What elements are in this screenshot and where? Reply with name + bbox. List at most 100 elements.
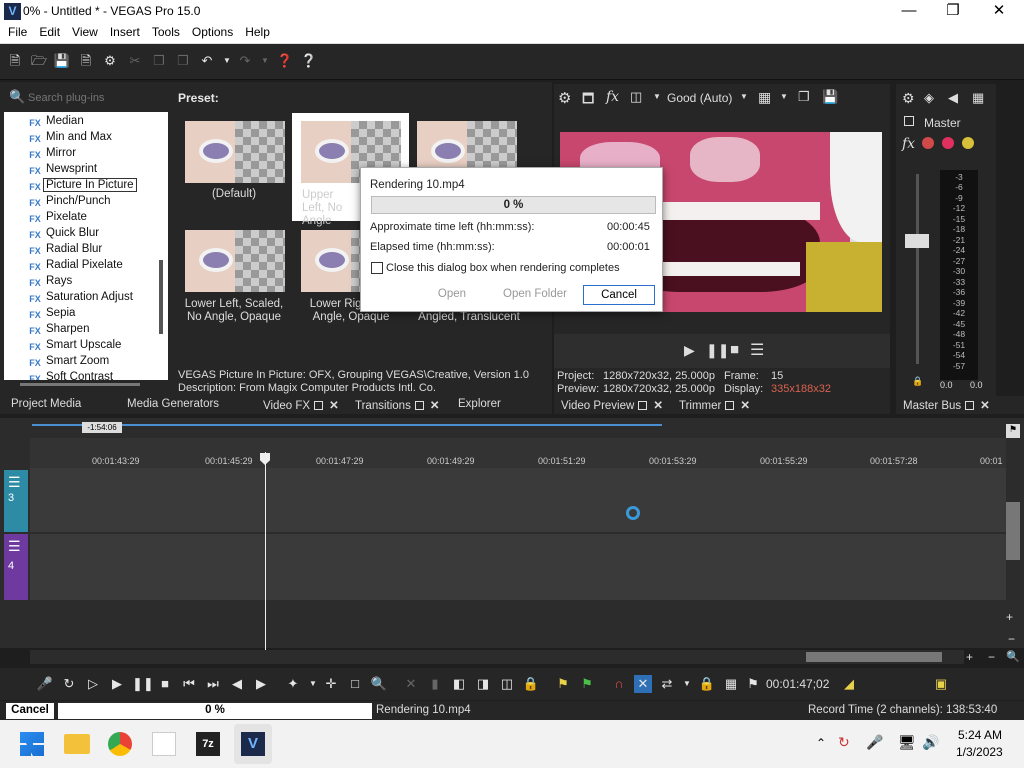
master-fader-handle[interactable] <box>905 234 929 248</box>
play-icon[interactable]: ▶ <box>108 675 126 693</box>
redo-icon[interactable]: ↷ <box>236 52 254 70</box>
preset-thumb-lower-left[interactable] <box>185 230 285 292</box>
plugin-search-input[interactable] <box>28 90 162 106</box>
marker-flag-icon[interactable]: ◢ <box>840 675 858 693</box>
next-frame-icon[interactable]: ▶ <box>252 675 270 693</box>
lock-envelopes-icon[interactable]: 🔒 <box>522 675 540 693</box>
bus-fx-icon[interactable]: fx <box>902 136 915 152</box>
split-icon[interactable]: ◫ <box>498 675 516 693</box>
render-as-icon[interactable]: 🗎 <box>77 52 95 70</box>
timeline-vscroll-thumb[interactable] <box>1006 502 1020 560</box>
playhead-cursor[interactable] <box>265 452 266 652</box>
zoom-tool-icon[interactable]: 🔍 <box>370 675 388 693</box>
auto-crossfade-icon[interactable]: ✕ <box>634 675 652 693</box>
quality-dropdown-icon[interactable]: ▼ <box>740 92 748 101</box>
redo-dropdown-icon[interactable]: ▼ <box>256 52 274 70</box>
trim-icon[interactable]: ▮ <box>426 675 444 693</box>
volume-icon[interactable]: 🔊 <box>922 734 939 751</box>
split-screen-icon[interactable]: ◫ <box>630 89 642 105</box>
microsoft-store-icon[interactable] <box>152 732 176 756</box>
undock-icon[interactable] <box>725 401 735 410</box>
microphone-icon[interactable]: 🎤 <box>866 734 883 751</box>
undock-icon[interactable] <box>414 401 424 410</box>
record-icon[interactable]: 🎤 <box>36 675 54 693</box>
whats-this-help-icon[interactable]: ❓ <box>276 52 294 70</box>
ripple-dropdown-icon[interactable]: ▼ <box>678 675 696 693</box>
pause-icon[interactable]: ❚❚ <box>706 342 729 359</box>
downmix-icon[interactable]: ◈ <box>924 90 934 106</box>
close-on-complete-checkbox[interactable] <box>371 262 383 274</box>
close-tab-icon[interactable]: ✕ <box>329 398 339 412</box>
tab-trimmer[interactable]: Trimmer ✕ <box>679 398 750 412</box>
insert-marker-icon[interactable]: ⚑ <box>554 675 572 693</box>
dialog-cancel-button[interactable]: Cancel <box>583 285 655 305</box>
zoom-in-icon[interactable]: + <box>966 650 973 664</box>
menu-edit[interactable]: Edit <box>31 24 64 39</box>
plugin-item[interactable]: FX Quick Blur <box>29 225 99 241</box>
plugin-item-selected[interactable]: FX Picture In Picture <box>29 177 137 193</box>
menu-options[interactable]: Options <box>184 24 237 39</box>
trim-end-icon[interactable]: ◨ <box>474 675 492 693</box>
windows-start-icon[interactable] <box>20 732 44 756</box>
track-header-4[interactable]: ☰ 4 <box>4 534 28 600</box>
track-menu-icon[interactable]: ☰ <box>8 538 21 555</box>
go-to-start-icon[interactable]: ⏮ <box>180 675 198 693</box>
plugin-item[interactable]: FX Median <box>29 113 83 129</box>
menu-view[interactable]: View <box>64 24 102 39</box>
tab-media-generators[interactable]: Media Generators <box>127 398 219 410</box>
new-file-icon[interactable]: 🗎 <box>6 52 24 70</box>
plugin-item[interactable]: FX Saturation Adjust <box>29 289 133 305</box>
tab-master-bus[interactable]: Master Bus ✕ <box>903 398 990 412</box>
plugin-item[interactable]: FX Radial Pixelate <box>29 257 122 273</box>
plugin-item[interactable]: FX Pixelate <box>29 209 87 225</box>
close-tab-icon[interactable]: ✕ <box>430 398 440 412</box>
track-menu-icon[interactable]: ☰ <box>8 474 21 491</box>
event-marker-icon[interactable]: ⚑ <box>744 675 762 693</box>
play-from-start-icon[interactable]: ▷ <box>84 675 102 693</box>
plugin-item[interactable]: FX Rays <box>29 273 72 289</box>
timeline-vscroll[interactable] <box>1006 440 1020 600</box>
zoom-tool-icon[interactable]: 🔍 <box>1006 650 1020 663</box>
cut-icon[interactable]: ✂ <box>126 52 144 70</box>
selection-tool-icon[interactable]: □ <box>346 675 364 693</box>
image-marker-icon[interactable]: ▣ <box>932 675 950 693</box>
open-button[interactable]: Open <box>419 285 485 305</box>
insert-region-icon[interactable]: ⚑ <box>578 675 596 693</box>
open-folder-button[interactable]: Open Folder <box>495 285 575 305</box>
clock-time[interactable]: 5:24 AM <box>958 728 1002 742</box>
undock-icon[interactable] <box>314 401 324 410</box>
save-icon[interactable]: 💾 <box>53 52 71 70</box>
help-icon[interactable]: ❔ <box>300 52 318 70</box>
sync-icon[interactable]: ↻ <box>838 734 850 751</box>
video-fx-icon[interactable]: fx <box>606 89 619 105</box>
status-cancel-button[interactable]: Cancel <box>6 703 54 719</box>
show-hidden-icons-chevron-icon[interactable]: ⌃ <box>816 736 826 750</box>
edit-tool-dropdown-icon[interactable]: ▼ <box>304 675 322 693</box>
trim-start-icon[interactable]: ◧ <box>450 675 468 693</box>
stop-icon[interactable]: ■ <box>730 341 739 358</box>
zoom-in-vertical-icon[interactable]: + <box>1006 610 1013 624</box>
previous-frame-icon[interactable]: ◀ <box>228 675 246 693</box>
delete-icon[interactable]: ✕ <box>402 675 420 693</box>
undo-icon[interactable]: ↶ <box>198 52 216 70</box>
mixer-settings-gear-icon[interactable]: ⚙ <box>902 90 915 107</box>
plugin-list-scrollbar[interactable] <box>159 260 163 334</box>
plugin-item[interactable]: FX Smart Upscale <box>29 337 121 353</box>
timeline-ruler[interactable]: 00:01:43:29 00:01:45:29 00:01:47:29 00:0… <box>30 438 1006 468</box>
menu-insert[interactable]: Insert <box>102 24 144 39</box>
plugin-item[interactable]: FX Sharpen <box>29 321 89 337</box>
plugin-item[interactable]: FX Smart Zoom <box>29 353 109 369</box>
solo-icon[interactable] <box>962 137 974 149</box>
preview-quality-select[interactable]: Good (Auto) <box>667 91 732 105</box>
track-header-3[interactable]: ☰ 3 <box>4 470 28 532</box>
menu-help[interactable]: Help <box>237 24 274 39</box>
vegas-taskbar-button[interactable]: V <box>234 724 272 764</box>
normal-edit-tool-icon[interactable]: ✦ <box>284 675 302 693</box>
properties-gear-icon[interactable]: ⚙ <box>101 52 119 70</box>
envelope-tool-icon[interactable]: ✛ <box>322 675 340 693</box>
undock-icon[interactable] <box>965 401 975 410</box>
close-tab-icon[interactable]: ✕ <box>740 398 750 412</box>
plugin-list-hscroll[interactable] <box>20 383 140 386</box>
plugin-item[interactable]: FX Min and Max <box>29 129 112 145</box>
clock-date[interactable]: 1/3/2023 <box>956 745 1003 759</box>
